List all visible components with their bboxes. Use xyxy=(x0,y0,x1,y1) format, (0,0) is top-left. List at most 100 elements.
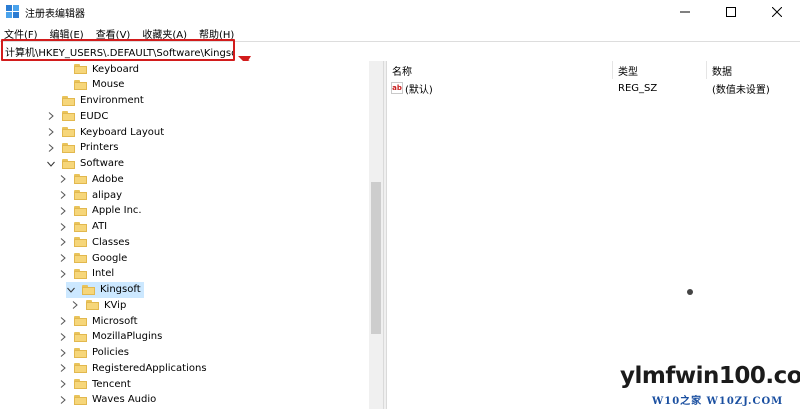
tree-item-label: Software xyxy=(80,158,125,169)
tree-item[interactable]: Printers xyxy=(46,140,118,156)
tree-item-label: Apple Inc. xyxy=(92,205,142,217)
chevron-down-icon[interactable] xyxy=(46,159,56,169)
folder-icon xyxy=(62,95,75,106)
close-button[interactable] xyxy=(754,0,800,24)
tree-item-label: Keyboard xyxy=(92,63,140,75)
value-name-cell: ab (默认) xyxy=(391,80,433,96)
folder-icon xyxy=(74,253,87,263)
mouse-cursor-dot xyxy=(687,289,693,295)
tree-item[interactable]: Policies xyxy=(58,345,129,361)
tree-item-label: RegisteredApplications xyxy=(92,362,207,374)
tree-item[interactable]: Kingsoft xyxy=(66,281,144,298)
chevron-right-icon[interactable] xyxy=(58,206,68,216)
chevron-right-icon[interactable] xyxy=(46,143,56,153)
tree-item[interactable]: Classes xyxy=(58,234,130,250)
registry-app-icon xyxy=(6,5,19,18)
tree-item-label: Intel xyxy=(92,268,115,280)
list-scrollbar[interactable] xyxy=(786,61,800,409)
menu-help[interactable]: 帮助(H) xyxy=(193,24,240,41)
menu-bar: 文件(F) 编辑(E) 查看(V) 收藏夹(A) 帮助(H) xyxy=(0,24,800,41)
folder-icon xyxy=(74,316,87,326)
tree-item[interactable]: Tencent xyxy=(58,376,131,392)
maximize-icon xyxy=(726,7,736,17)
tree-item-label: Mouse xyxy=(92,79,125,91)
tree-item[interactable]: Mouse xyxy=(58,77,124,93)
folder-icon xyxy=(62,111,75,122)
folder-icon xyxy=(74,379,87,389)
chevron-right-icon[interactable] xyxy=(58,269,68,279)
minimize-button[interactable] xyxy=(662,0,708,24)
menu-view[interactable]: 查看(V) xyxy=(90,24,137,41)
chevron-right-icon[interactable] xyxy=(58,395,68,405)
folder-icon xyxy=(82,284,95,295)
chevron-right-icon[interactable] xyxy=(58,222,68,232)
tree-item-label: EUDC xyxy=(80,110,109,122)
tree-item-label: MozillaPlugins xyxy=(92,331,163,343)
folder-icon xyxy=(62,142,75,153)
column-header-type[interactable]: 类型 xyxy=(613,61,707,79)
tree-item[interactable]: Keyboard xyxy=(58,61,139,77)
chevron-right-icon[interactable] xyxy=(46,111,56,121)
folder-icon xyxy=(74,190,87,200)
folder-icon xyxy=(74,237,87,248)
window-title: 注册表编辑器 xyxy=(25,9,85,20)
table-row[interactable]: ab (默认) REG_SZ (数值未设置) xyxy=(387,80,800,96)
tree-item-label: KVip xyxy=(104,299,127,311)
tree-item[interactable]: Microsoft xyxy=(58,313,138,329)
registry-tree[interactable]: Keyboard Mouse Environment EUDC Keyboard Lay… xyxy=(0,61,383,409)
chevron-right-icon[interactable] xyxy=(58,253,68,263)
tree-item-label: Environment xyxy=(80,95,144,106)
tree-item[interactable]: Waves Audio xyxy=(58,392,156,408)
tree-item-label: Waves Audio xyxy=(92,394,157,406)
tree-item-label: Tencent xyxy=(92,378,131,390)
tree-item-label: ATI xyxy=(92,221,108,232)
tree-item[interactable]: EUDC xyxy=(46,108,108,124)
folder-icon xyxy=(74,331,87,342)
folder-icon xyxy=(74,363,87,374)
tree-item-label: Google xyxy=(92,252,128,264)
chevron-right-icon[interactable] xyxy=(58,363,68,373)
column-header-name[interactable]: 名称 xyxy=(387,61,613,79)
tree-item[interactable]: ATI xyxy=(58,219,107,235)
chevron-down-icon[interactable] xyxy=(66,285,76,295)
tree-item[interactable]: Google xyxy=(58,250,127,266)
tree-item[interactable]: Adobe xyxy=(58,171,124,187)
watermark-subtext: W10之家 W10ZJ.COM xyxy=(652,396,784,407)
menu-file[interactable]: 文件(F) xyxy=(0,24,44,41)
folder-icon xyxy=(86,300,99,311)
value-type: REG_SZ xyxy=(618,82,658,94)
chevron-right-icon[interactable] xyxy=(70,300,80,310)
values-list[interactable]: 名称 类型 数据 ab (默认) REG_SZ (数值未设置) xyxy=(387,61,800,409)
tree-item[interactable]: Keyboard Layout xyxy=(46,124,164,140)
tree-item[interactable]: MozillaPlugins xyxy=(58,329,162,345)
chevron-right-icon[interactable] xyxy=(46,127,56,137)
tree-item-label: Policies xyxy=(92,347,129,358)
tree-item[interactable]: KVip xyxy=(70,297,126,313)
menu-favorites[interactable]: 收藏夹(A) xyxy=(136,24,193,41)
tree-item[interactable]: RegisteredApplications xyxy=(58,360,207,376)
tree-item-label: alipay xyxy=(92,189,123,201)
chevron-right-icon[interactable] xyxy=(58,348,68,358)
tree-item[interactable]: alipay xyxy=(58,187,122,203)
tree-item[interactable]: Apple Inc. xyxy=(58,203,142,219)
chevron-right-icon[interactable] xyxy=(58,316,68,326)
chevron-right-icon[interactable] xyxy=(58,379,68,389)
value-data: (数值未设置) xyxy=(712,84,770,96)
tree-scrollbar-thumb[interactable] xyxy=(371,182,381,334)
chevron-right-icon[interactable] xyxy=(58,174,68,184)
folder-icon xyxy=(74,394,87,405)
maximize-button[interactable] xyxy=(708,0,754,24)
tree-item-label: Classes xyxy=(92,236,130,248)
tree-item-label: Printers xyxy=(80,142,119,154)
value-name: (默认) xyxy=(405,84,433,96)
tree-item[interactable]: Software xyxy=(46,156,124,172)
chevron-right-icon[interactable] xyxy=(58,237,68,247)
tree-item[interactable]: Environment xyxy=(46,93,144,109)
folder-icon xyxy=(74,79,87,90)
chevron-right-icon[interactable] xyxy=(58,190,68,200)
menu-edit[interactable]: 编辑(E) xyxy=(44,24,90,41)
chevron-right-icon[interactable] xyxy=(58,332,68,342)
tree-item[interactable]: Intel xyxy=(58,266,114,282)
